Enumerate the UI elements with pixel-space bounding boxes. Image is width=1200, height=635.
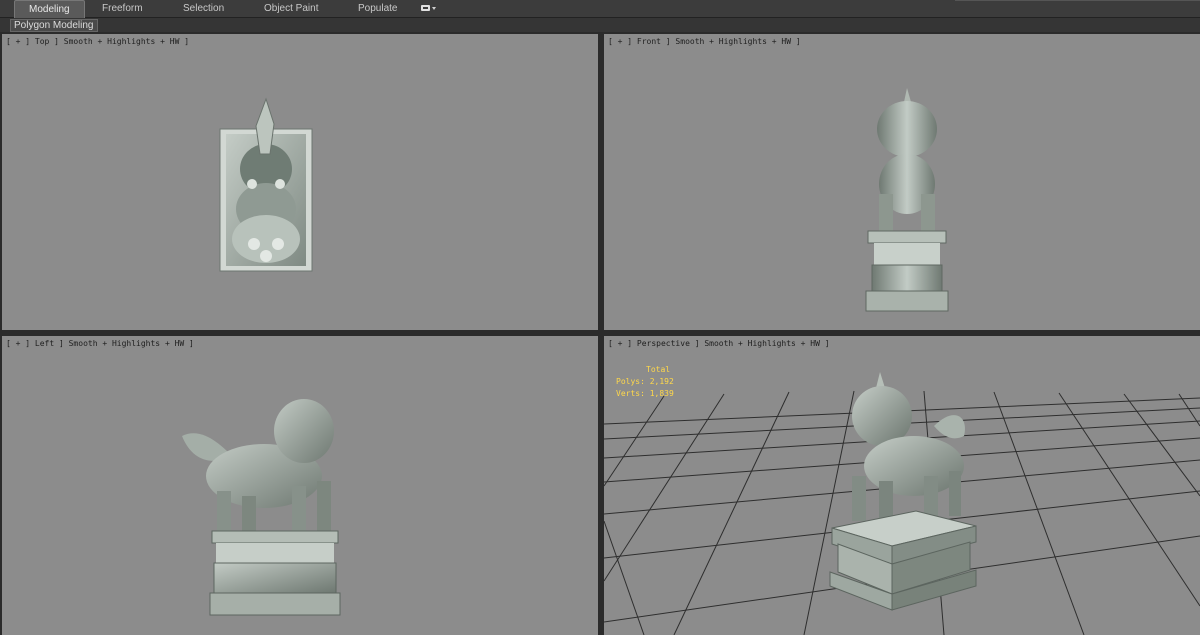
- viewport-top[interactable]: [ + ] Top ] Smooth + Highlights + HW ]: [2, 34, 598, 330]
- tab-populate[interactable]: Populate: [358, 0, 397, 18]
- left-view-statue: [182, 399, 341, 616]
- viewport-left[interactable]: [ + ] Left ] Smooth + Highlights + HW ]: [2, 336, 598, 635]
- ribbon-bar: Modeling Freeform Selection Object Paint…: [0, 0, 1200, 18]
- ribbon-panel: Polygon Modeling: [0, 18, 1200, 32]
- top-view-statue: [219, 97, 313, 272]
- perspective-statue: [829, 372, 977, 611]
- tab-object-paint[interactable]: Object Paint: [264, 0, 318, 18]
- ribbon-divider: [955, 0, 1200, 1]
- tab-modeling[interactable]: Modeling: [14, 0, 85, 18]
- polygon-modeling-label[interactable]: Polygon Modeling: [10, 19, 98, 32]
- front-view-statue: [865, 88, 949, 312]
- tab-freeform[interactable]: Freeform: [102, 0, 143, 18]
- tab-selection[interactable]: Selection: [183, 0, 224, 18]
- ribbon-options-icon[interactable]: [420, 3, 438, 14]
- viewport-front[interactable]: [ + ] Front ] Smooth + Highlights + HW ]: [604, 34, 1200, 330]
- viewport-perspective[interactable]: [ + ] Perspective ] Smooth + Highlights …: [604, 336, 1200, 635]
